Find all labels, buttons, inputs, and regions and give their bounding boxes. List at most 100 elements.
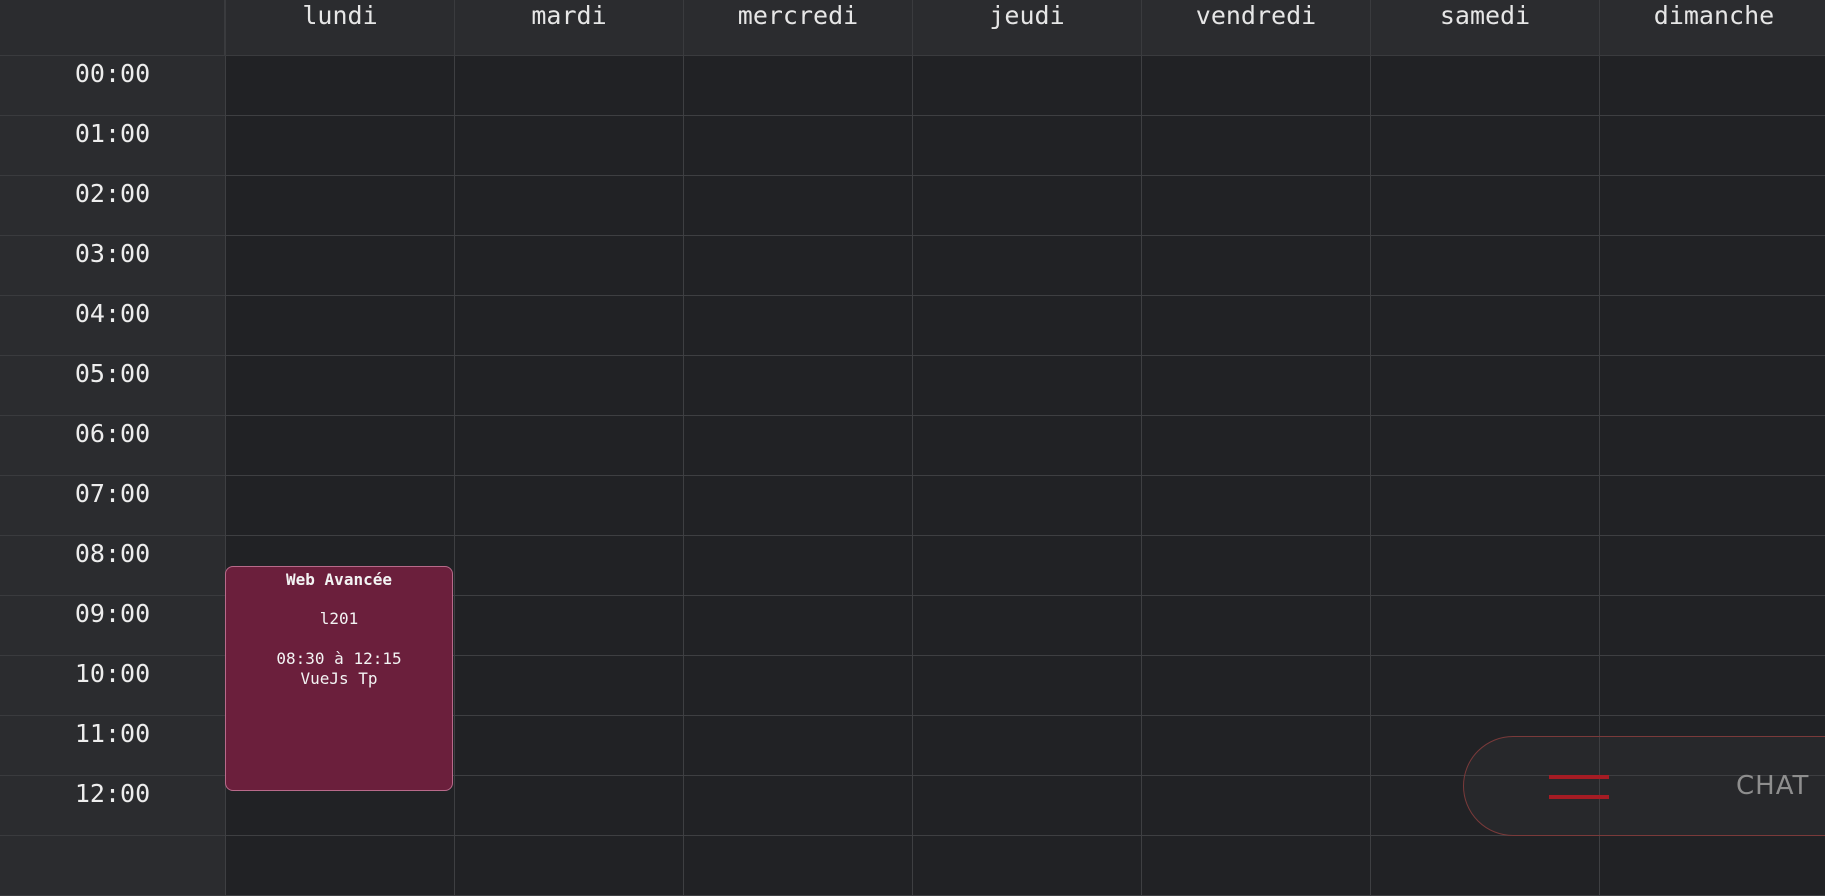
calendar-cell[interactable] bbox=[683, 836, 912, 896]
calendar-cell[interactable] bbox=[454, 116, 683, 176]
calendar-cell[interactable] bbox=[1370, 836, 1599, 896]
calendar-cell[interactable] bbox=[912, 656, 1141, 716]
calendar-cell[interactable] bbox=[912, 716, 1141, 776]
calendar-cell[interactable] bbox=[683, 716, 912, 776]
calendar-cell[interactable] bbox=[912, 56, 1141, 116]
calendar-cell[interactable] bbox=[1141, 836, 1370, 896]
calendar-cell[interactable] bbox=[1370, 536, 1599, 596]
calendar-cell[interactable] bbox=[454, 56, 683, 116]
calendar-cell[interactable] bbox=[1370, 596, 1599, 656]
calendar-cell[interactable] bbox=[454, 176, 683, 236]
calendar-cell[interactable] bbox=[1599, 596, 1825, 656]
calendar-cell[interactable] bbox=[912, 176, 1141, 236]
time-label-text: 01:00 bbox=[74, 119, 151, 148]
calendar-cell[interactable] bbox=[1141, 416, 1370, 476]
calendar-cell[interactable] bbox=[454, 476, 683, 536]
time-label: 03:00 bbox=[0, 236, 225, 296]
calendar-cell[interactable] bbox=[1599, 656, 1825, 716]
calendar-cell[interactable] bbox=[1141, 176, 1370, 236]
calendar-cell[interactable] bbox=[1141, 476, 1370, 536]
calendar-cell[interactable] bbox=[1370, 176, 1599, 236]
calendar-cell[interactable] bbox=[683, 56, 912, 116]
calendar-cell[interactable] bbox=[454, 296, 683, 356]
calendar-cell[interactable] bbox=[912, 596, 1141, 656]
calendar-cell[interactable] bbox=[1599, 296, 1825, 356]
calendar-cell[interactable] bbox=[683, 356, 912, 416]
calendar-cell[interactable] bbox=[1599, 476, 1825, 536]
calendar-cell[interactable] bbox=[1141, 776, 1370, 836]
calendar-cell[interactable] bbox=[912, 476, 1141, 536]
calendar-cell[interactable] bbox=[1141, 296, 1370, 356]
calendar-cell[interactable] bbox=[1370, 296, 1599, 356]
calendar-cell[interactable] bbox=[454, 836, 683, 896]
calendar-cell[interactable] bbox=[1599, 236, 1825, 296]
calendar-cell[interactable] bbox=[912, 536, 1141, 596]
calendar-cell[interactable] bbox=[454, 416, 683, 476]
calendar-cell[interactable] bbox=[1141, 536, 1370, 596]
calendar-cell[interactable] bbox=[683, 176, 912, 236]
calendar-cell[interactable] bbox=[454, 536, 683, 596]
calendar-cell[interactable] bbox=[912, 116, 1141, 176]
calendar-cell[interactable] bbox=[683, 596, 912, 656]
calendar-cell[interactable] bbox=[912, 836, 1141, 896]
time-label-text: 11:00 bbox=[74, 719, 151, 748]
calendar-cell[interactable] bbox=[1141, 356, 1370, 416]
calendar-cell[interactable] bbox=[225, 116, 454, 176]
calendar-cell[interactable] bbox=[1370, 236, 1599, 296]
calendar-cell[interactable] bbox=[912, 356, 1141, 416]
calendar-cell[interactable] bbox=[912, 236, 1141, 296]
time-label: 08:00 bbox=[0, 536, 225, 596]
calendar-cell[interactable] bbox=[454, 596, 683, 656]
calendar-cell[interactable] bbox=[1370, 476, 1599, 536]
chat-button[interactable]: CHAT bbox=[1463, 736, 1825, 836]
calendar-cell[interactable] bbox=[225, 296, 454, 356]
calendar-cell[interactable] bbox=[1141, 656, 1370, 716]
calendar-cell[interactable] bbox=[683, 236, 912, 296]
calendar-cell[interactable] bbox=[1141, 716, 1370, 776]
calendar-cell[interactable] bbox=[1599, 416, 1825, 476]
calendar-cell[interactable] bbox=[1599, 116, 1825, 176]
calendar-cell[interactable] bbox=[1370, 56, 1599, 116]
calendar-cell[interactable] bbox=[1370, 356, 1599, 416]
event-description: VueJs Tp bbox=[300, 669, 378, 688]
calendar-cell[interactable] bbox=[454, 356, 683, 416]
calendar-cell[interactable] bbox=[1370, 116, 1599, 176]
calendar-cell[interactable] bbox=[225, 836, 454, 896]
calendar-cell[interactable] bbox=[225, 176, 454, 236]
calendar-cell[interactable] bbox=[1370, 656, 1599, 716]
calendar-cell[interactable] bbox=[683, 296, 912, 356]
calendar-cell[interactable] bbox=[1599, 176, 1825, 236]
calendar-cell[interactable] bbox=[912, 776, 1141, 836]
calendar-cell[interactable] bbox=[225, 236, 454, 296]
calendar-cell[interactable] bbox=[683, 536, 912, 596]
calendar-cell[interactable] bbox=[1141, 116, 1370, 176]
calendar-cell[interactable] bbox=[683, 776, 912, 836]
calendar-cell[interactable] bbox=[912, 296, 1141, 356]
calendar-cell[interactable] bbox=[912, 416, 1141, 476]
calendar-cell[interactable] bbox=[683, 656, 912, 716]
calendar-cell[interactable] bbox=[454, 236, 683, 296]
calendar-cell[interactable] bbox=[454, 776, 683, 836]
calendar-cell[interactable] bbox=[1599, 536, 1825, 596]
calendar-cell[interactable] bbox=[1141, 596, 1370, 656]
calendar-cell[interactable] bbox=[1370, 416, 1599, 476]
calendar-cell[interactable] bbox=[225, 476, 454, 536]
calendar-cell[interactable] bbox=[1141, 236, 1370, 296]
calendar-cell[interactable] bbox=[225, 356, 454, 416]
calendar-cell[interactable] bbox=[683, 416, 912, 476]
calendar-cell[interactable] bbox=[1141, 56, 1370, 116]
calendar-cell[interactable] bbox=[1599, 836, 1825, 896]
event-card[interactable]: Web Avancée l201 08:30 à 12:15 VueJs Tp bbox=[225, 566, 453, 791]
event-room: l201 bbox=[319, 609, 359, 628]
calendar-cell[interactable] bbox=[683, 116, 912, 176]
calendar-cell[interactable] bbox=[454, 656, 683, 716]
calendar-cell[interactable] bbox=[683, 476, 912, 536]
calendar-cell[interactable] bbox=[225, 56, 454, 116]
calendar-cell[interactable] bbox=[454, 716, 683, 776]
day-header-vendredi: vendredi bbox=[1141, 0, 1370, 56]
calendar-cell[interactable] bbox=[1599, 56, 1825, 116]
calendar-cell[interactable] bbox=[225, 416, 454, 476]
calendar-cell[interactable] bbox=[1599, 356, 1825, 416]
day-header-jeudi: jeudi bbox=[912, 0, 1141, 56]
event-time-range: 08:30 à 12:15 bbox=[276, 649, 402, 668]
